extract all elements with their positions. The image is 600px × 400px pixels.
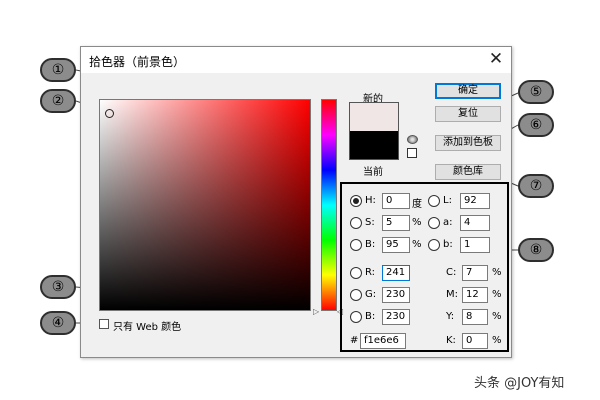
saturation-input[interactable]: 5 xyxy=(382,215,410,231)
web-colors-only-checkbox[interactable] xyxy=(99,319,109,329)
yellow-label: Y: xyxy=(446,311,455,322)
hue-slider-left-arrow-icon[interactable]: ▷ xyxy=(313,307,319,316)
brightness-radio[interactable] xyxy=(350,239,362,251)
green-radio[interactable] xyxy=(350,289,362,301)
yellow-input[interactable]: 8 xyxy=(462,309,488,325)
hue-unit: 度 xyxy=(412,199,422,210)
annotation-badge-5: ⑤ xyxy=(518,80,554,104)
red-radio[interactable] xyxy=(350,267,362,279)
hue-slider[interactable] xyxy=(321,99,337,311)
a-channel-label: a: xyxy=(443,217,453,228)
saturation-brightness-field[interactable] xyxy=(99,99,311,311)
new-color-swatch xyxy=(349,102,399,131)
saturation-label: S: xyxy=(365,217,375,228)
web-colors-only-label: 只有 Web 颜色 xyxy=(113,322,182,333)
hex-label: # xyxy=(350,335,359,346)
color-field-marker[interactable] xyxy=(105,109,114,118)
magenta-label: M: xyxy=(446,289,458,300)
color-libraries-button[interactable]: 颜色库 xyxy=(435,164,501,180)
annotation-badge-4: ④ xyxy=(40,311,76,335)
web-safe-color-icon[interactable] xyxy=(407,148,417,158)
hue-input[interactable]: 0 xyxy=(382,193,410,209)
close-icon[interactable]: ✕ xyxy=(485,49,507,69)
cyan-label: C: xyxy=(446,267,457,278)
lightness-label: L: xyxy=(443,195,452,206)
title-bar[interactable]: 拾色器（前景色） ✕ xyxy=(81,47,511,73)
a-channel-input[interactable]: 4 xyxy=(460,215,490,231)
saturation-unit: % xyxy=(412,217,422,228)
dialog-title: 拾色器（前景色） xyxy=(89,55,186,69)
annotation-badge-3: ③ xyxy=(40,275,76,299)
yellow-unit: % xyxy=(492,311,502,322)
blue-label: B: xyxy=(365,311,376,322)
current-color-label: 当前 xyxy=(363,167,383,178)
annotation-badge-1: ① xyxy=(40,58,76,82)
magenta-input[interactable]: 12 xyxy=(462,287,488,303)
annotation-badge-7: ⑦ xyxy=(518,174,554,198)
color-picker-dialog: 拾色器（前景色） ✕ ▷ ◁ 新的 当前 确定 复位 添加到色板 颜色库 H: … xyxy=(80,46,512,358)
green-input[interactable]: 230 xyxy=(382,287,410,303)
b-channel-radio[interactable] xyxy=(428,239,440,251)
red-label: R: xyxy=(365,267,376,278)
a-channel-radio[interactable] xyxy=(428,217,440,229)
hue-radio[interactable] xyxy=(350,195,362,207)
blue-input[interactable]: 230 xyxy=(382,309,410,325)
add-to-swatches-button[interactable]: 添加到色板 xyxy=(435,135,501,151)
annotation-badge-6: ⑥ xyxy=(518,113,554,137)
b-channel-label: b: xyxy=(443,239,453,250)
color-values-panel: H: 0 度 S: 5 % B: 95 % R: 241 G: 230 B: 2… xyxy=(340,182,509,352)
black-unit: % xyxy=(492,335,502,346)
out-of-gamut-warning-icon[interactable] xyxy=(407,135,418,144)
red-input[interactable]: 241 xyxy=(382,265,410,281)
annotation-badge-8: ⑧ xyxy=(518,238,554,262)
blue-radio[interactable] xyxy=(350,311,362,323)
current-color-swatch[interactable] xyxy=(349,131,399,160)
ok-button[interactable]: 确定 xyxy=(435,83,501,99)
hex-input[interactable]: f1e6e6 xyxy=(360,333,406,349)
magenta-unit: % xyxy=(492,289,502,300)
brightness-input[interactable]: 95 xyxy=(382,237,410,253)
annotation-badge-2: ② xyxy=(40,89,76,113)
brightness-label: B: xyxy=(365,239,376,250)
cyan-input[interactable]: 7 xyxy=(462,265,488,281)
lightness-input[interactable]: 92 xyxy=(460,193,490,209)
b-channel-input[interactable]: 1 xyxy=(460,237,490,253)
hue-label: H: xyxy=(365,195,376,206)
black-label: K: xyxy=(446,335,456,346)
cyan-unit: % xyxy=(492,267,502,278)
brightness-unit: % xyxy=(412,239,422,250)
saturation-radio[interactable] xyxy=(350,217,362,229)
lightness-radio[interactable] xyxy=(428,195,440,207)
black-input[interactable]: 0 xyxy=(462,333,488,349)
green-label: G: xyxy=(365,289,377,300)
reset-button[interactable]: 复位 xyxy=(435,106,501,122)
watermark-text: 头条 @JOY有知 xyxy=(474,376,565,391)
